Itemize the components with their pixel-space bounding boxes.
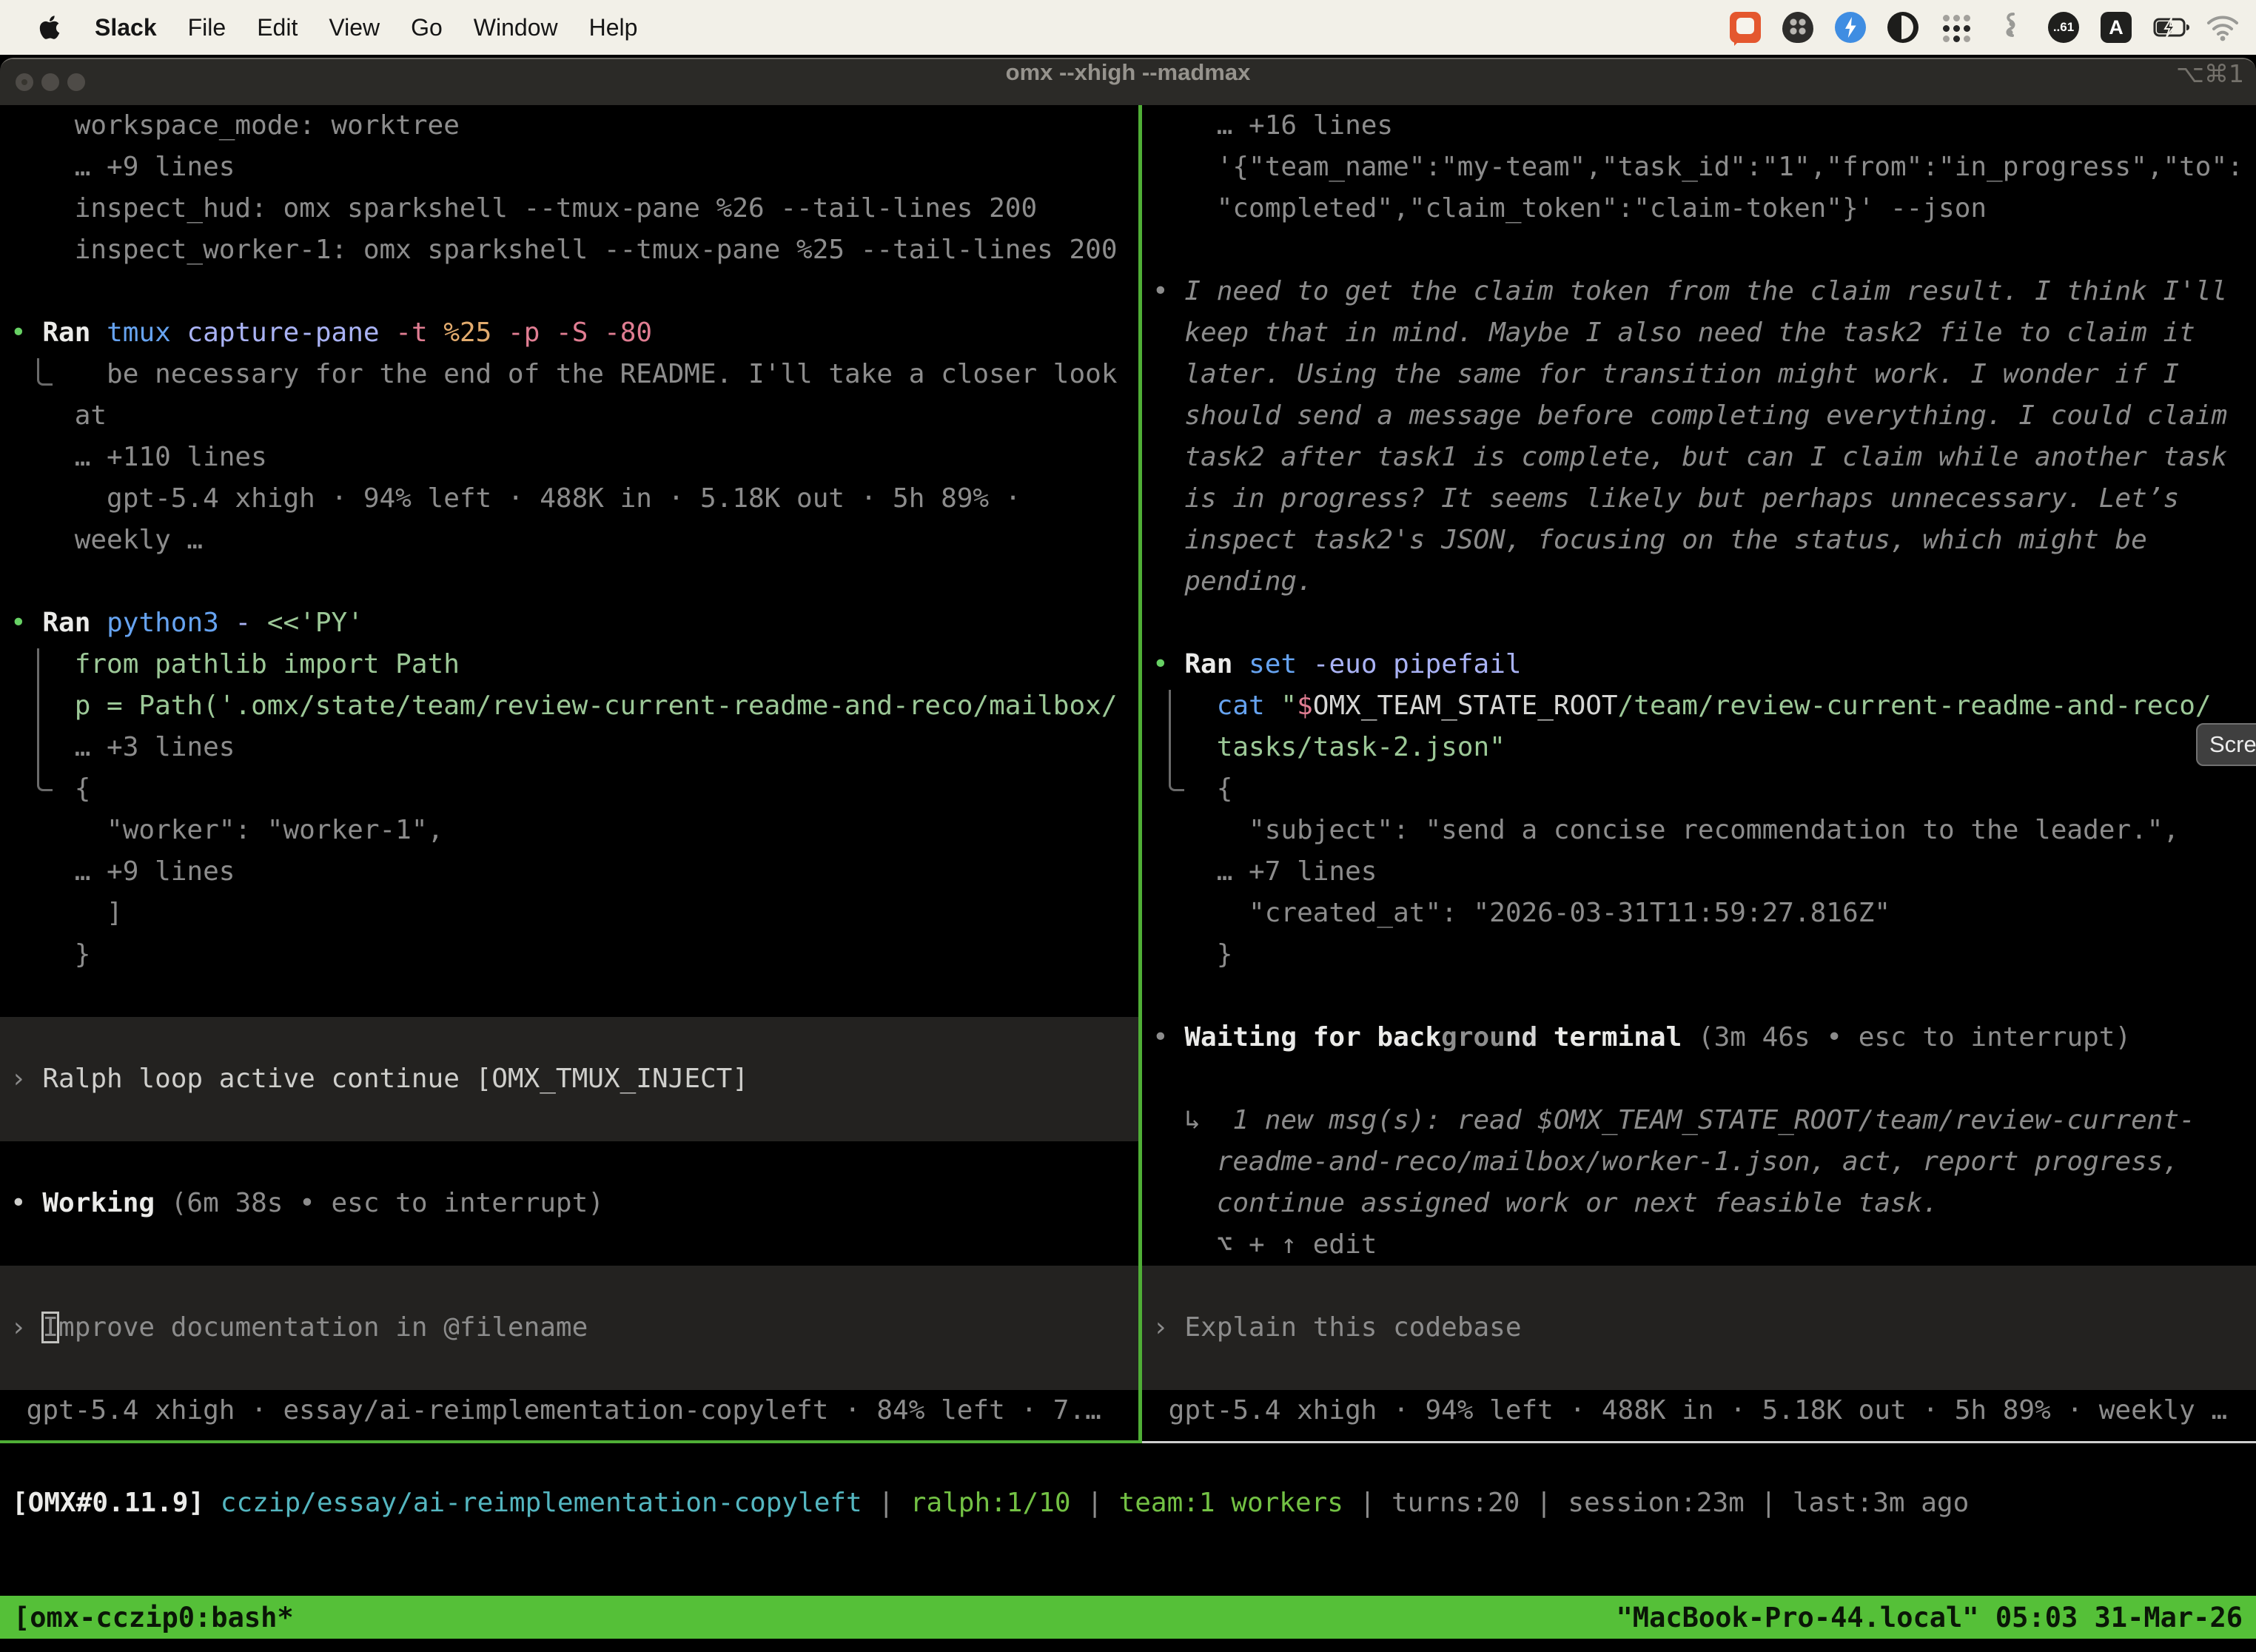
terminal-line: inspect_worker-1: omx sparkshell --tmux-… [0, 229, 1138, 271]
terminal-line: "created_at": "2026-03-31T11:59:27.816Z" [1142, 893, 2256, 934]
terminal-line: … +7 lines [1142, 851, 2256, 893]
terminal-line [1142, 229, 2256, 271]
terminal-line: should send a message before completing … [1142, 395, 2256, 437]
terminal-line: inspect_hud: omx sparkshell --tmux-pane … [0, 188, 1138, 229]
terminal-line: from pathlib import Path [0, 644, 1138, 685]
menu-bar: Slack File Edit View Go Window Help ..61 A [0, 0, 2256, 55]
terminal-line: "subject": "send a concise recommendatio… [1142, 810, 2256, 851]
terminal-line: … +3 lines [0, 727, 1138, 768]
terminal-line: gpt-5.4 xhigh · essay/ai-reimplementatio… [0, 1390, 1138, 1431]
terminal-line: • Waiting for background terminal (3m 46… [1142, 1017, 2256, 1058]
terminal-line: p = Path('.omx/state/team/review-current… [0, 685, 1138, 727]
terminal-line: ⌥ + ↑ edit [1142, 1224, 2256, 1266]
menu-item-slack[interactable]: Slack [95, 14, 157, 41]
menu-item-file[interactable]: File [188, 14, 226, 41]
terminal-line: } [0, 934, 1138, 976]
terminal-line: is in progress? It seems likely but perh… [1142, 478, 2256, 520]
terminal-line [0, 1224, 1138, 1266]
terminal-line [1142, 976, 2256, 1017]
menu-item-edit[interactable]: Edit [257, 14, 298, 41]
omx-hud-pane: [OMX#0.11.9] cczip/essay/ai-reimplementa… [0, 1443, 2256, 1596]
terminal-line: workspace_mode: worktree [0, 105, 1138, 147]
tmux-session-label: [omx-cczip0:bash* [13, 1602, 294, 1633]
lightning-badge-icon[interactable] [1835, 12, 1866, 43]
menubar-status-icons: ..61 A [1730, 12, 2256, 43]
terminal-line: task2 after task1 is complete, but can I… [1142, 437, 2256, 478]
terminal-line: ] [0, 893, 1138, 934]
terminal-line: › Explain this codebase [1142, 1307, 2256, 1349]
terminal-line: weekly … [0, 520, 1138, 561]
battery-icon[interactable] [2153, 12, 2184, 43]
prompt-input-right[interactable]: › Explain this codebase [1142, 1266, 2256, 1390]
menu-item-view[interactable]: View [329, 14, 380, 41]
terminal-line: keep that in mind. Maybe I also need the… [1142, 312, 2256, 354]
apple-menu-icon[interactable] [38, 14, 61, 41]
terminal-line: "completed","claim_token":"claim-token"}… [1142, 188, 2256, 229]
terminal-line: } [1142, 934, 2256, 976]
terminal-line: • Ran python3 - <<'PY' [0, 602, 1138, 644]
terminal-line [0, 271, 1138, 312]
terminal-line: gpt-5.4 xhigh · 94% left · 488K in · 5.1… [1142, 1390, 2256, 1431]
inject-banner: › Ralph loop active continue [OMX_TMUX_I… [0, 1017, 1138, 1141]
output-connector-icon [37, 358, 53, 386]
terminal-window: omx --xhigh --madmax ⌥⌘1 workspace_mode:… [0, 58, 2256, 1652]
terminal-line: readme-and-reco/mailbox/worker-1.json, a… [1142, 1141, 2256, 1183]
terminal-line: be necessary for the end of the README. … [0, 354, 1138, 395]
terminal-line: • Ran tmux capture-pane -t %25 -p -S -80 [0, 312, 1138, 354]
terminal-line: • Working (6m 38s • esc to interrupt) [0, 1183, 1138, 1224]
omx-status-line: [OMX#0.11.9] cczip/essay/ai-reimplementa… [0, 1488, 2256, 1518]
squiggle-icon[interactable] [1995, 12, 2027, 43]
terminal-line: … +110 lines [0, 437, 1138, 478]
terminal-line [0, 976, 1138, 1017]
terminal-line: • Ran set -euo pipefail [1142, 644, 2256, 685]
terminal-line: { [1142, 768, 2256, 810]
terminal-line [1142, 1058, 2256, 1100]
terminal-line: later. Using the same for transition mig… [1142, 354, 2256, 395]
output-connector-icon [1169, 690, 1184, 791]
letter-a-app-icon[interactable]: A [2101, 12, 2132, 43]
terminal-line: "worker": "worker-1", [0, 810, 1138, 851]
badge-61-icon[interactable]: ..61 [2048, 12, 2079, 43]
menu-item-go[interactable]: Go [411, 14, 443, 41]
terminal-line: • I need to get the claim token from the… [1142, 271, 2256, 312]
terminal-line: gpt-5.4 xhigh · 94% left · 488K in · 5.1… [0, 478, 1138, 520]
prompt-input-left[interactable]: › Improve documentation in @filename [0, 1266, 1138, 1390]
terminal-line: … +9 lines [0, 147, 1138, 188]
screen-tooltip: Scre [2196, 723, 2256, 766]
terminal-line: ↳ 1 new msg(s): read $OMX_TEAM_STATE_ROO… [1142, 1100, 2256, 1141]
output-connector-icon [37, 648, 53, 791]
screen: Slack File Edit View Go Window Help ..61 A [0, 0, 2256, 1652]
tmux-pane-left: workspace_mode: worktree … +9 lines insp… [0, 105, 1138, 1440]
terminal-line [1142, 602, 2256, 644]
terminal-line: pending. [1142, 561, 2256, 602]
tmux-pane-right: Scre … +16 lines '{"team_name":"my-team"… [1142, 105, 2256, 1440]
menu-item-window[interactable]: Window [474, 14, 558, 41]
terminal-line [0, 561, 1138, 602]
terminal-line: continue assigned work or next feasible … [1142, 1183, 2256, 1224]
chat-app-icon[interactable] [1730, 12, 1761, 43]
menu-item-help[interactable]: Help [589, 14, 638, 41]
shield-grid-icon[interactable] [1782, 12, 1813, 43]
terminal-line: › Ralph loop active continue [OMX_TMUX_I… [0, 1058, 1138, 1100]
terminal-line: cat "$OMX_TEAM_STATE_ROOT/team/review-cu… [1142, 685, 2256, 727]
terminal-line: … +16 lines [1142, 105, 2256, 147]
terminal-line: tasks/task-2.json" [1142, 727, 2256, 768]
crescent-app-icon[interactable] [1887, 12, 1918, 43]
terminal-line: inspect task2's JSON, focusing on the st… [1142, 520, 2256, 561]
terminal-line [0, 1141, 1138, 1183]
terminal-line: › Improve documentation in @filename [0, 1307, 1138, 1349]
window-titlebar: omx --xhigh --madmax ⌥⌘1 [0, 59, 2256, 105]
window-title: omx --xhigh --madmax [0, 59, 2256, 105]
terminal-line: at [0, 395, 1138, 437]
terminal-line: '{"team_name":"my-team","task_id":"1","f… [1142, 147, 2256, 188]
wifi-icon[interactable] [2206, 12, 2237, 43]
terminal-line: … +9 lines [0, 851, 1138, 893]
tmux-status-bar: [omx-cczip0:bash* "MacBook-Pro-44.local"… [0, 1596, 2256, 1639]
dots-grid-icon[interactable] [1940, 12, 1974, 43]
tmux-host-clock: "MacBook-Pro-44.local" 05:03 31-Mar-26 [1617, 1602, 2243, 1633]
window-shortcut-hint: ⌥⌘1 [2176, 59, 2244, 105]
terminal-line: { [0, 768, 1138, 810]
